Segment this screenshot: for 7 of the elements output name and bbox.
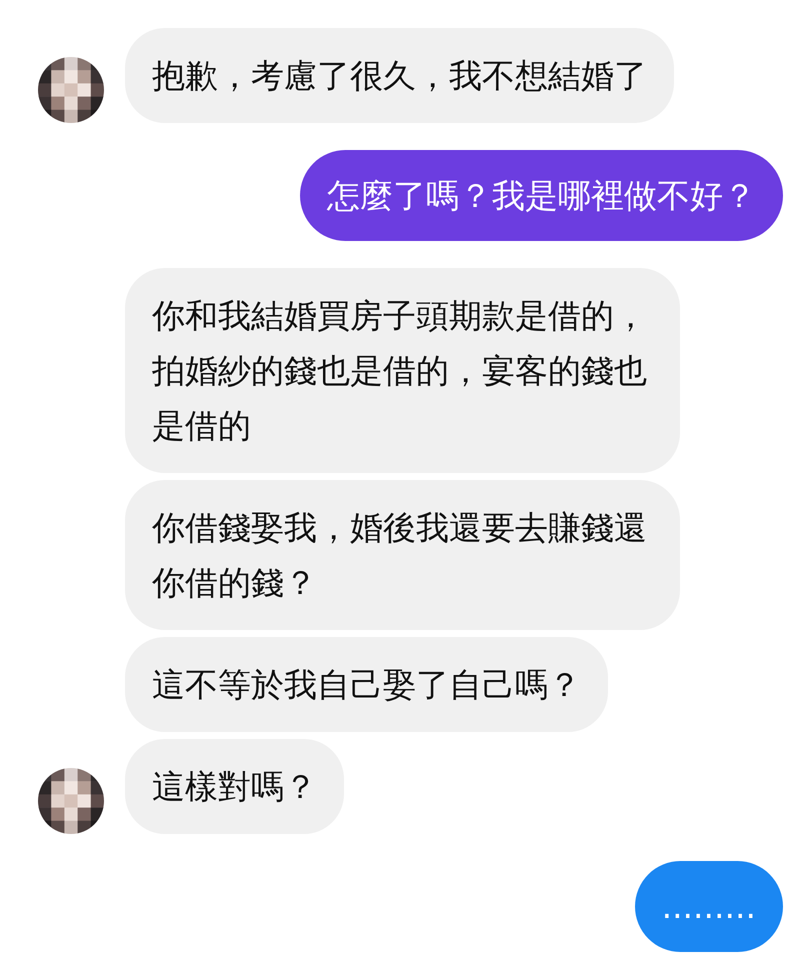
- message-bubble: 怎麼了嗎？我是哪裡做不好？: [300, 150, 783, 241]
- message-bubble: 抱歉，考慮了很久，我不想結婚了: [125, 28, 674, 123]
- message-bubble: 這不等於我自己娶了自己嗎？: [125, 637, 608, 732]
- message-bubble: 你借錢娶我，婚後我還要去賺錢還你借的錢？: [125, 480, 680, 630]
- message-bubble: 你和我結婚買房子頭期款是借的，拍婚紗的錢也是借的，宴客的錢也是借的: [125, 268, 680, 473]
- message-bubble: .........: [634, 861, 783, 952]
- message-bubble: 這樣對嗎？: [125, 739, 344, 834]
